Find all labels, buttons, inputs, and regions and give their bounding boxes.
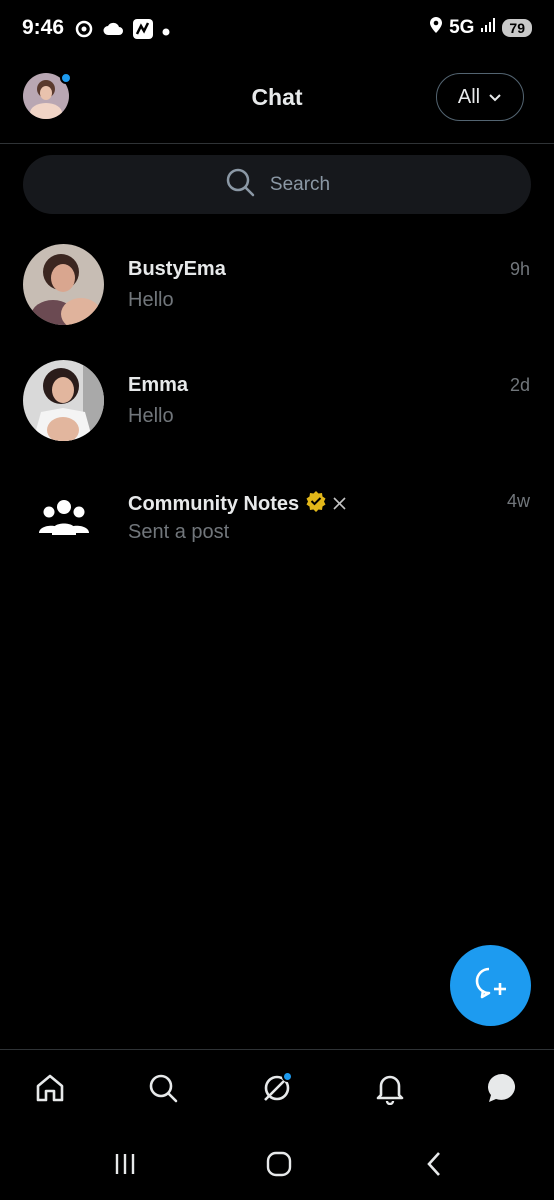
verified-badge-icon [305,490,327,518]
chat-header: Chat All [0,60,554,144]
grok-notification-dot [282,1071,293,1082]
search-icon [146,1071,180,1110]
nav-notifications[interactable] [368,1068,412,1112]
notifications-icon [373,1071,407,1110]
nav-search[interactable] [141,1068,185,1112]
conversation-name: Emma [128,374,189,396]
dot-icon [162,23,170,41]
home-system-button[interactable] [259,1151,299,1181]
conversation-time: 2d [509,375,530,395]
app-notification-icon [132,18,154,45]
conversation-row[interactable]: Emma Hello 2d [0,348,554,460]
community-group-icon [23,476,104,557]
search-icon [224,166,256,203]
network-type: 5G [449,16,475,38]
back-chevron-icon [424,1151,444,1182]
signal-icon [480,17,496,38]
back-button[interactable] [414,1151,454,1181]
messages-icon [486,1071,520,1110]
home-circle-icon [266,1151,292,1182]
new-chat-icon [472,964,510,1007]
system-status-icons: 5G 79 [429,16,532,39]
new-activity-dot [60,72,72,84]
conversation-row[interactable]: Community Notes Sent a post 4w [0,464,554,576]
nav-grok[interactable] [255,1068,299,1112]
new-message-button[interactable] [450,945,531,1026]
conversation-preview: Hello [128,289,174,311]
notification-icons [74,18,170,45]
status-time: 9:46 [22,16,65,39]
search-input[interactable]: Search [23,155,531,214]
search-placeholder: Search [269,173,331,195]
status-bar: 9:46 5G 79 [0,0,554,58]
avatar [23,244,104,325]
location-icon [429,16,443,39]
filter-label: All [457,85,481,108]
home-icon [33,1071,67,1110]
conversation-name: BustyEma [128,258,226,280]
nav-home[interactable] [28,1068,72,1112]
system-navigation-bar [0,1131,554,1200]
recent-apps-button[interactable] [105,1151,145,1181]
conversation-name: Community Notes [128,490,346,518]
conversation-time: 4w [506,491,530,511]
avatar [23,360,104,441]
battery-indicator: 79 [502,18,532,37]
threads-icon [74,19,94,44]
cloud-icon [102,21,124,42]
recent-apps-icon [113,1152,137,1181]
conversation-preview: Hello [128,405,174,427]
conversation-row[interactable]: BustyEma Hello 9h [0,232,554,344]
bottom-navigation [0,1049,554,1131]
chevron-down-icon [488,86,502,109]
nav-messages[interactable] [481,1068,525,1112]
conversation-preview: Sent a post [128,521,230,543]
x-logo-icon [333,493,346,516]
filter-dropdown-button[interactable]: All [436,73,524,121]
conversation-time: 9h [509,259,530,279]
